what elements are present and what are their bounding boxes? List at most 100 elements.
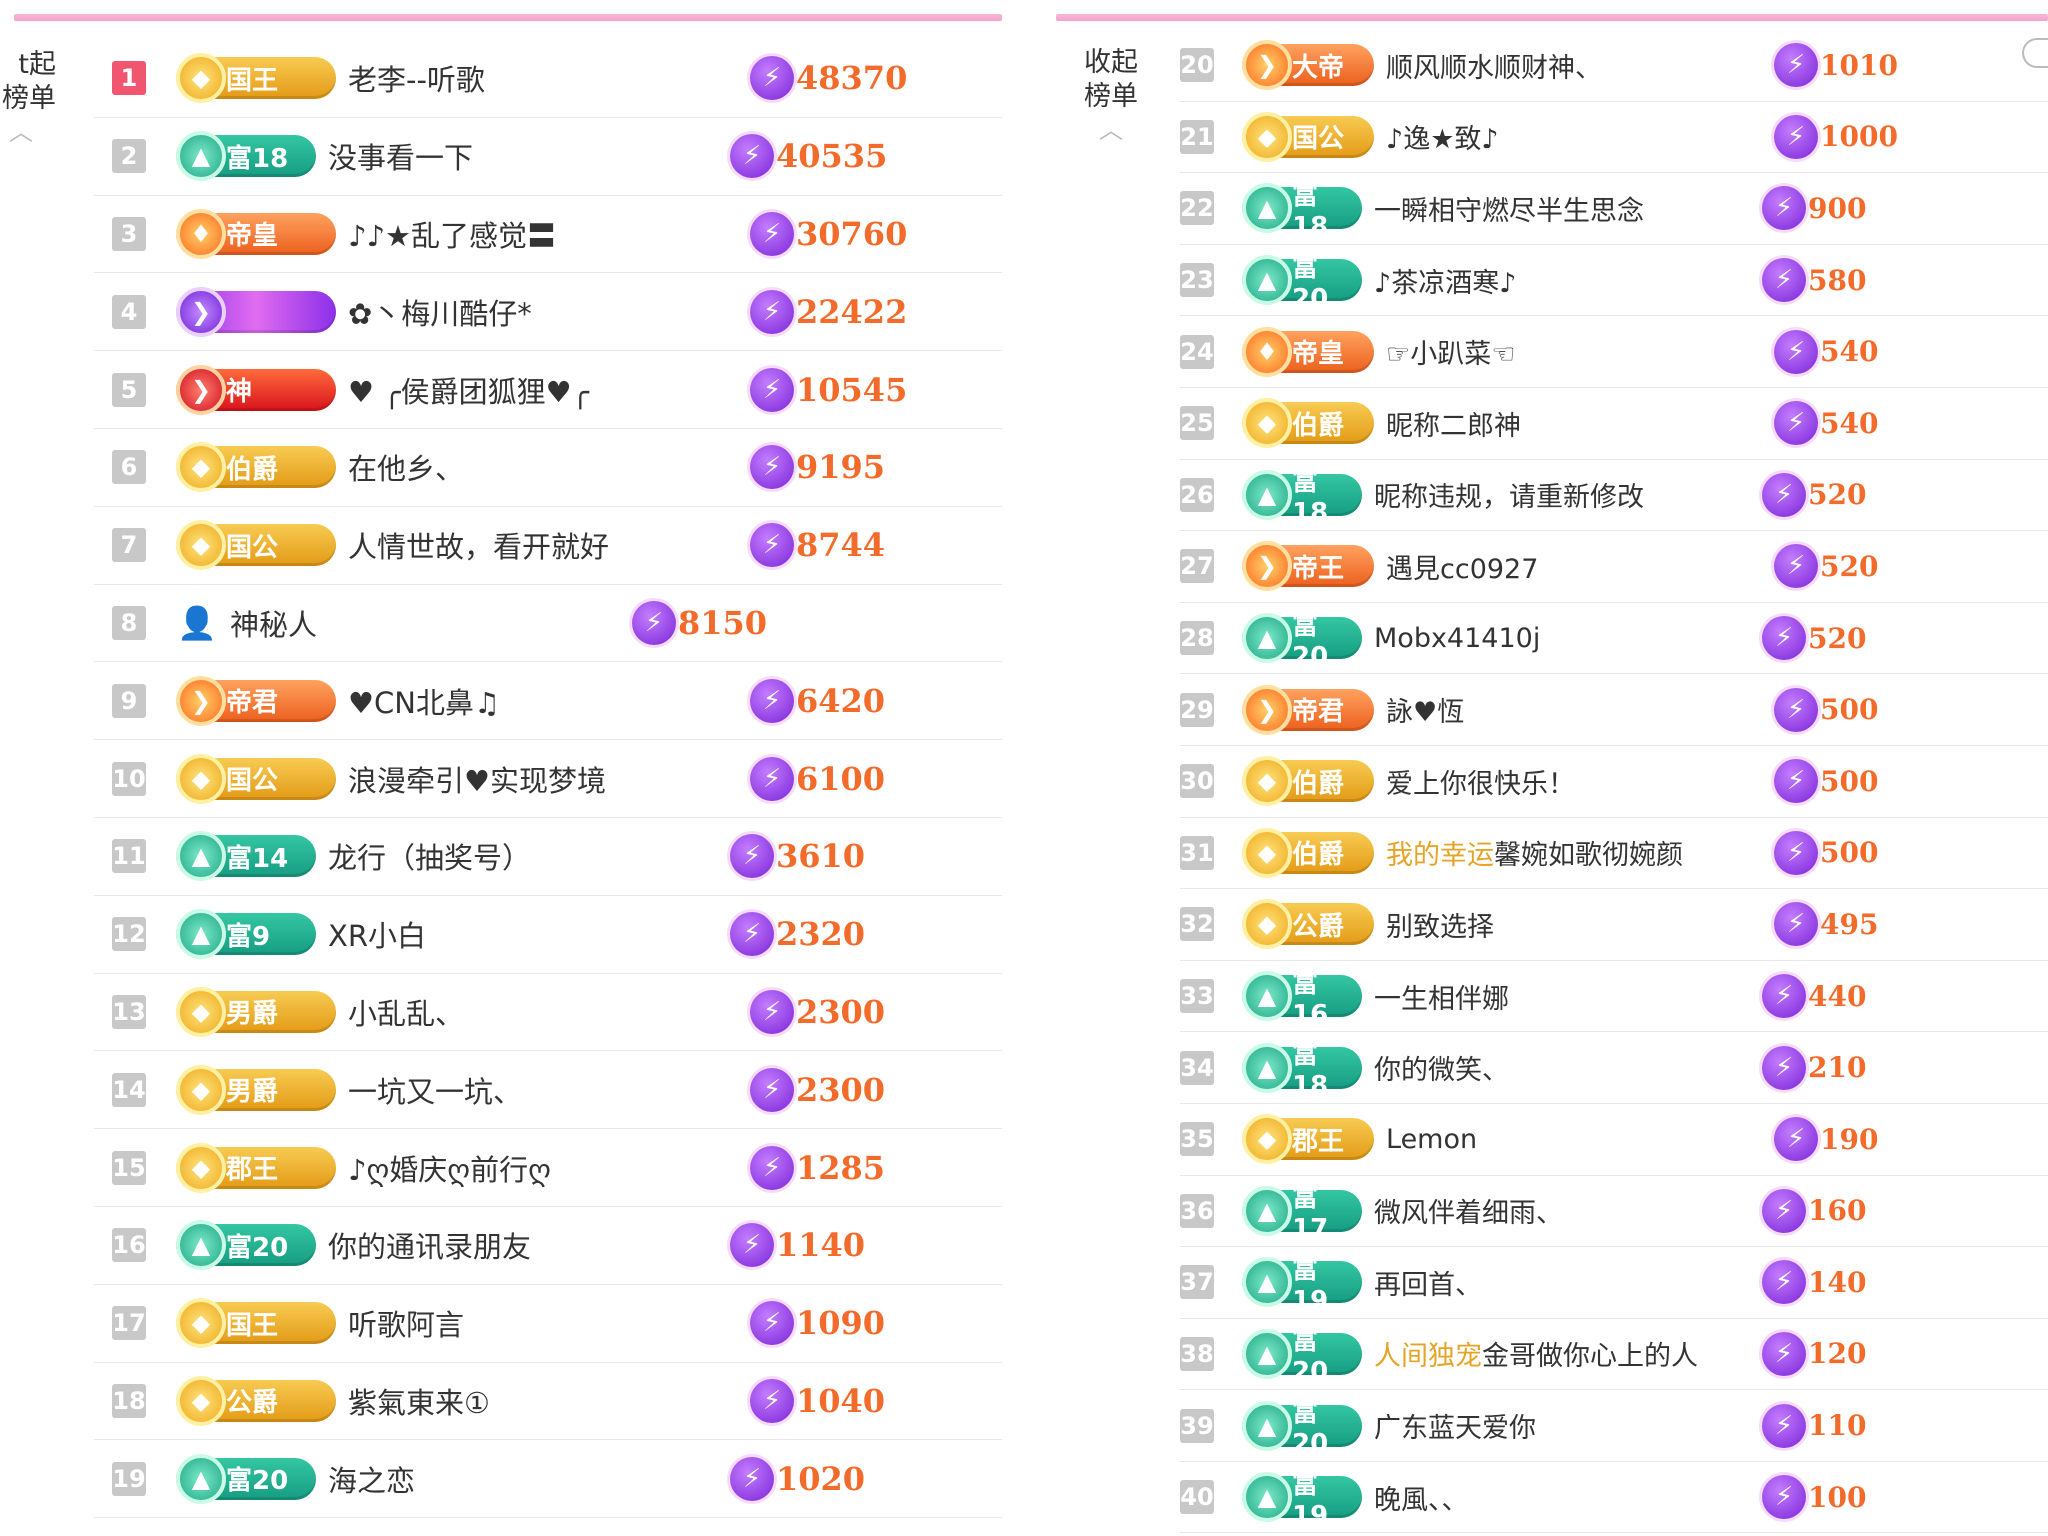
leaderboard-row[interactable]: 13 ◆ 男爵 小乱乱、 ⚡ 2300 bbox=[94, 974, 1002, 1052]
leaderboard-row[interactable]: 10 ◆ 国公 浪漫牵引♥实现梦境 ⚡ 6100 bbox=[94, 740, 1002, 818]
user-name[interactable]: ♪茶凉酒寒♪ bbox=[1374, 261, 1762, 300]
user-name[interactable]: Mobx41410j bbox=[1374, 623, 1762, 654]
user-name[interactable]: 我的幸运馨婉如歌彻婉颜 bbox=[1386, 833, 1774, 872]
user-name[interactable]: 昵称违规，请重新修改 bbox=[1374, 475, 1762, 514]
badge-label: 富20 bbox=[226, 1466, 289, 1497]
leaderboard-row[interactable]: 17 ◆ 国王 听歌阿言 ⚡ 1090 bbox=[94, 1285, 1002, 1363]
user-name[interactable]: XR小白 bbox=[328, 913, 730, 955]
leaderboard-row[interactable]: 7 ◆ 国公 人情世故，看开就好 ⚡ 8744 bbox=[94, 507, 1002, 585]
leaderboard-row[interactable]: 20 ❯ 大帝 顺风顺水顺财神、 ⚡ 1010 bbox=[1180, 30, 2048, 102]
leaderboard-row[interactable]: 34 ▲ 富18 你的微笑、 ⚡ 210 bbox=[1180, 1032, 2048, 1104]
rank-number: 35 bbox=[1180, 1122, 1214, 1157]
user-name[interactable]: 昵称二郎神 bbox=[1386, 404, 1774, 443]
user-name[interactable]: 人情世故，看开就好 bbox=[348, 524, 750, 566]
leaderboard-row[interactable]: 11 ▲ 富14 龙行（抽奖号） ⚡ 3610 bbox=[94, 818, 1002, 896]
user-name-text: 一坑又一坑、 bbox=[348, 1074, 523, 1109]
diamond-icon: ▲ bbox=[176, 1220, 226, 1271]
user-name[interactable]: 一生相伴娜 bbox=[1374, 977, 1762, 1016]
user-name[interactable]: 老李--听歌 bbox=[348, 57, 750, 99]
level-badge: ♦ 帝皇 bbox=[1242, 326, 1374, 377]
user-name[interactable]: ♥CN北鼻♫ bbox=[348, 680, 750, 722]
user-name[interactable]: 听歌阿言 bbox=[348, 1302, 750, 1344]
leaderboard-row[interactable]: 31 ◆ 伯爵 我的幸运馨婉如歌彻婉颜 ⚡ 500 bbox=[1180, 818, 2048, 890]
leaderboard-row[interactable]: 40 ▲ 富19 晚風、、 ⚡ 100 bbox=[1180, 1462, 2048, 1534]
leaderboard-row[interactable]: 33 ▲ 富16 一生相伴娜 ⚡ 440 bbox=[1180, 961, 2048, 1033]
leaderboard-row[interactable]: 25 ◆ 伯爵 昵称二郎神 ⚡ 540 bbox=[1180, 388, 2048, 460]
user-name[interactable]: 晚風、、 bbox=[1374, 1478, 1762, 1517]
leaderboard-row[interactable]: 36 ▲ 富17 微风伴着细雨、 ⚡ 160 bbox=[1180, 1176, 2048, 1248]
leaderboard-row[interactable]: 19 ▲ 富20 海之恋 ⚡ 1020 bbox=[94, 1440, 1002, 1519]
leaderboard-row[interactable]: 18 ◆ 公爵 紫氣東来① ⚡ 1040 bbox=[94, 1363, 1002, 1441]
user-name[interactable]: 人间独宠金哥做你心上的人 bbox=[1374, 1334, 1762, 1373]
leaderboard-row[interactable]: 39 ▲ 富20 广东蓝天爱你 ⚡ 110 bbox=[1180, 1390, 2048, 1462]
badge-label: 帝王 bbox=[1292, 553, 1345, 584]
lightning-icon: ⚡ bbox=[1762, 186, 1806, 231]
lightning-icon: ⚡ bbox=[750, 1378, 794, 1423]
user-name[interactable]: ♪逸★致♪ bbox=[1386, 117, 1774, 156]
leaderboard-row[interactable]: 32 ◆ 公爵 别致选择 ⚡ 495 bbox=[1180, 889, 2048, 961]
user-name[interactable]: ♪ღ婚庆ღ前行ღ bbox=[348, 1147, 750, 1189]
badge-label: 伯爵 bbox=[1292, 410, 1345, 441]
rank-number: 20 bbox=[1180, 48, 1214, 83]
rank-number: 9 bbox=[112, 683, 146, 718]
collapse-leaderboard-button[interactable]: t起 榜单 ︿ bbox=[0, 48, 56, 144]
user-name[interactable]: ♪♪★乱了感觉〓 bbox=[348, 213, 750, 255]
leaderboard-row[interactable]: 2 ▲ 富18 没事看一下 ⚡ 40535 bbox=[94, 118, 1002, 196]
user-name[interactable]: 爱上你很快乐！ bbox=[1386, 762, 1774, 801]
leaderboard-row[interactable]: 8 👤 神秘人 ⚡ 8150 bbox=[94, 585, 1002, 663]
user-name[interactable]: 詠♥恆 bbox=[1386, 690, 1774, 729]
user-name[interactable]: 一瞬相守燃尽半生思念 bbox=[1374, 189, 1762, 228]
user-name[interactable]: 没事看一下 bbox=[328, 135, 730, 177]
leaderboard-row[interactable]: 21 ◆ 国公 ♪逸★致♪ ⚡ 1000 bbox=[1180, 102, 2048, 174]
user-name[interactable]: ✿丶梅川酷仔* bbox=[348, 291, 750, 333]
leaderboard-row[interactable]: 22 ▲ 富18 一瞬相守燃尽半生思念 ⚡ 900 bbox=[1180, 173, 2048, 245]
user-name-text: 再回首、 bbox=[1374, 1269, 1482, 1301]
user-name[interactable]: 在他乡、 bbox=[348, 446, 750, 488]
user-name[interactable]: Lemon bbox=[1386, 1124, 1774, 1155]
leaderboard-row[interactable]: 37 ▲ 富19 再回首、 ⚡ 140 bbox=[1180, 1247, 2048, 1319]
leaderboard-row[interactable]: 24 ♦ 帝皇 ☞小趴菜☜ ⚡ 540 bbox=[1180, 316, 2048, 388]
leaderboard-row[interactable]: 29 ❯ 帝君 詠♥恆 ⚡ 500 bbox=[1180, 674, 2048, 746]
collapse-leaderboard-button[interactable]: 收起 榜单 ︿ bbox=[1076, 46, 1146, 142]
leaderboard-row[interactable]: 23 ▲ 富20 ♪茶凉酒寒♪ ⚡ 580 bbox=[1180, 245, 2048, 317]
user-name[interactable]: 顺风顺水顺财神、 bbox=[1386, 46, 1774, 85]
score-value: 500 bbox=[1820, 764, 1879, 798]
leaderboard-row[interactable]: 1 ◆ 国王 老李--听歌 ⚡ 48370 bbox=[94, 40, 1002, 118]
score-value: 2300 bbox=[796, 992, 886, 1031]
leaderboard-row[interactable]: 16 ▲ 富20 你的通讯录朋友 ⚡ 1140 bbox=[94, 1207, 1002, 1285]
leaderboard-row[interactable]: 12 ▲ 富9 XR小白 ⚡ 2320 bbox=[94, 896, 1002, 974]
leaderboard-row[interactable]: 6 ◆ 伯爵 在他乡、 ⚡ 9195 bbox=[94, 429, 1002, 507]
user-name[interactable]: 龙行（抽奖号） bbox=[328, 835, 730, 877]
badge-label: 富19 bbox=[1292, 1469, 1329, 1531]
leaderboard-row[interactable]: 5 ❯ 神 ♥ ╭侯爵团狐狸♥╭ ⚡ 10545 bbox=[94, 351, 1002, 429]
user-name[interactable]: 你的通讯录朋友 bbox=[328, 1224, 730, 1266]
user-name[interactable]: 小乱乱、 bbox=[348, 991, 750, 1033]
user-name[interactable]: 你的微笑、 bbox=[1374, 1048, 1762, 1087]
leaderboard-row[interactable]: 14 ◆ 男爵 一坑又一坑、 ⚡ 2300 bbox=[94, 1051, 1002, 1130]
leaderboard-row[interactable]: 38 ▲ 富20 人间独宠金哥做你心上的人 ⚡ 120 bbox=[1180, 1319, 2048, 1391]
leaderboard-row[interactable]: 35 ◆ 郡王 Lemon ⚡ 190 bbox=[1180, 1104, 2048, 1176]
user-name-text: 你的微笑、 bbox=[1374, 1055, 1509, 1087]
user-name[interactable]: 遇見cc0927 bbox=[1386, 547, 1774, 586]
leaderboard-row[interactable]: 9 ❯ 帝君 ♥CN北鼻♫ ⚡ 6420 bbox=[94, 662, 1002, 741]
user-name[interactable]: ☞小趴菜☜ bbox=[1386, 332, 1774, 371]
user-name[interactable]: 紫氣東来① bbox=[348, 1380, 750, 1422]
user-name[interactable]: 神秘人 bbox=[230, 602, 632, 644]
user-name[interactable]: 再回首、 bbox=[1374, 1263, 1762, 1302]
user-name[interactable]: 海之恋 bbox=[328, 1458, 730, 1500]
leaderboard-row[interactable]: 15 ◆ 郡王 ♪ღ婚庆ღ前行ღ ⚡ 1285 bbox=[94, 1129, 1002, 1207]
leaderboard-row[interactable]: 26 ▲ 富18 昵称违规，请重新修改 ⚡ 520 bbox=[1180, 460, 2048, 532]
leaderboard-row[interactable]: 3 ♦ 帝皇 ♪♪★乱了感觉〓 ⚡ 30760 bbox=[94, 196, 1002, 274]
level-badge: ▲ 富18 bbox=[1242, 181, 1362, 242]
leaderboard-row[interactable]: 27 ❯ 帝王 遇見cc0927 ⚡ 520 bbox=[1180, 531, 2048, 603]
leaderboard-row[interactable]: 30 ◆ 伯爵 爱上你很快乐！ ⚡ 500 bbox=[1180, 746, 2048, 818]
user-name[interactable]: 一坑又一坑、 bbox=[348, 1069, 750, 1111]
badge-label: 富18 bbox=[1292, 467, 1329, 529]
user-name[interactable]: 浪漫牵引♥实现梦境 bbox=[348, 758, 750, 800]
user-name[interactable]: 微风伴着细雨、 bbox=[1374, 1191, 1762, 1230]
user-name[interactable]: 别致选择 bbox=[1386, 905, 1774, 944]
user-name[interactable]: ♥ ╭侯爵团狐狸♥╭ bbox=[348, 369, 750, 411]
leaderboard-row[interactable]: 28 ▲ 富20 Mobx41410j ⚡ 520 bbox=[1180, 603, 2048, 675]
leaderboard-row[interactable]: 4 ❯ ✿丶梅川酷仔* ⚡ 22422 bbox=[94, 273, 1002, 352]
user-name[interactable]: 广东蓝天爱你 bbox=[1374, 1406, 1762, 1445]
